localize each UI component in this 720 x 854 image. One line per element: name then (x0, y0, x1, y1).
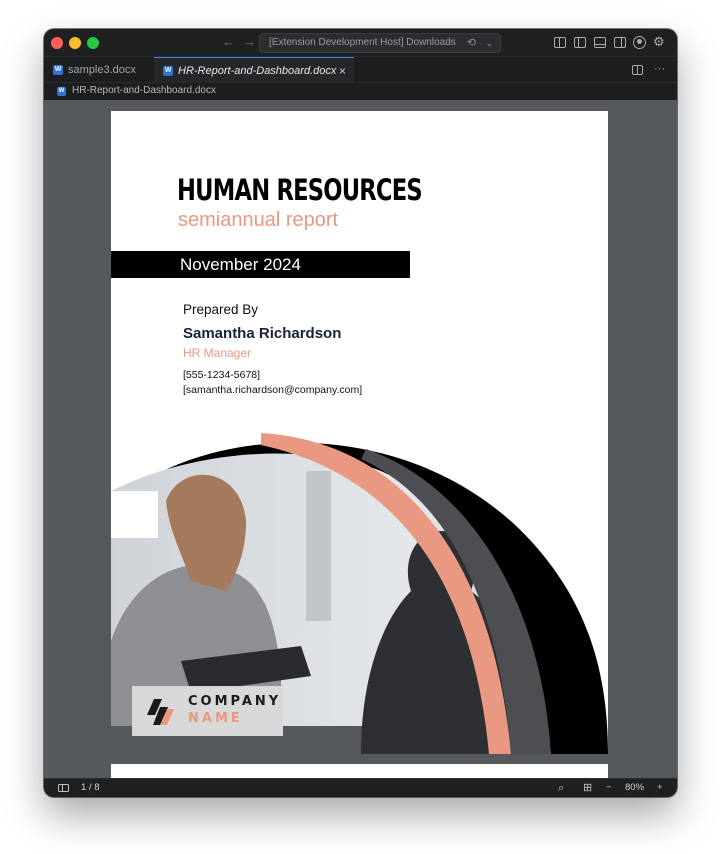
page-indicator: 1 / 8 (81, 782, 100, 793)
zoom-window-button[interactable] (87, 37, 99, 49)
breadcrumb-label: HR-Report-and-Dashboard.docx (72, 85, 216, 96)
copilot-icon[interactable]: ⟲ (467, 34, 476, 52)
toggle-secondary-sidebar-icon[interactable] (614, 37, 626, 48)
chevron-down-icon[interactable]: ⌄ (485, 34, 493, 52)
command-center-label: [Extension Development Host] Downloads (269, 37, 456, 48)
zoom-level[interactable]: 80% (625, 779, 644, 797)
close-window-button[interactable] (51, 37, 63, 49)
app-window: ← → [Extension Development Host] Downloa… (44, 29, 677, 797)
search-icon[interactable]: ⌕ (558, 779, 564, 797)
word-file-icon: W (163, 66, 173, 76)
date-banner: November 2024 (111, 251, 410, 278)
tab-label: HR-Report-and-Dashboard.docx (178, 65, 337, 77)
document-page: HUMAN RESOURCES semiannual report Novemb… (111, 111, 608, 754)
close-icon[interactable]: × (339, 58, 346, 84)
zoom-out-button[interactable]: − (606, 779, 612, 797)
more-actions-icon[interactable]: ··· (654, 57, 665, 81)
author-role: HR Manager (183, 346, 252, 360)
page-subtitle: semiannual report (178, 209, 339, 231)
logo-text-name: NAME (188, 711, 243, 726)
toggle-primary-sidebar-icon[interactable] (574, 37, 586, 48)
zoom-in-button[interactable]: + (657, 779, 663, 797)
page-title: HUMAN RESOURCES (177, 173, 423, 207)
author-name: Samantha Richardson (183, 325, 342, 342)
command-center[interactable]: [Extension Development Host] Downloads ⟲… (259, 33, 501, 53)
logo-text-company: COMPANY (188, 694, 282, 709)
editor-tab-bar: W sample3.docx W HR-Report-and-Dashboard… (44, 57, 677, 83)
back-arrow-icon[interactable]: ← (222, 34, 235, 49)
minimize-window-button[interactable] (69, 37, 81, 49)
tab-label: sample3.docx (68, 64, 136, 76)
account-icon[interactable] (633, 36, 646, 49)
grid-view-icon[interactable]: ⊞ (583, 779, 592, 797)
word-file-icon: W (57, 87, 66, 96)
split-editor-icon[interactable] (632, 65, 643, 75)
author-phone: [555-1234-5678] (183, 369, 261, 381)
document-viewer[interactable]: HUMAN RESOURCES semiannual report Novemb… (44, 100, 677, 778)
word-file-icon: W (53, 65, 63, 75)
company-logo: COMPANY NAME (132, 686, 283, 736)
tab-hr-report[interactable]: W HR-Report-and-Dashboard.docx × (154, 57, 354, 83)
forward-arrow-icon[interactable]: → (243, 34, 256, 49)
prepared-by-label: Prepared By (183, 302, 259, 317)
toggle-thumbnails-icon[interactable] (58, 784, 69, 792)
company-logo-mark-icon (147, 699, 174, 725)
customize-layout-icon[interactable] (554, 37, 566, 48)
tab-sample3[interactable]: W sample3.docx (44, 57, 154, 83)
toggle-panel-icon[interactable] (594, 37, 606, 48)
breadcrumb[interactable]: W HR-Report-and-Dashboard.docx (44, 83, 677, 100)
gear-icon[interactable]: ⚙ (653, 34, 665, 50)
status-bar: 1 / 8 ⌕ ⊞ − 80% + (44, 778, 677, 797)
author-email: [samantha.richardson@company.com] (183, 384, 363, 396)
next-page-edge (111, 764, 608, 778)
title-bar: ← → [Extension Development Host] Downloa… (44, 29, 677, 57)
